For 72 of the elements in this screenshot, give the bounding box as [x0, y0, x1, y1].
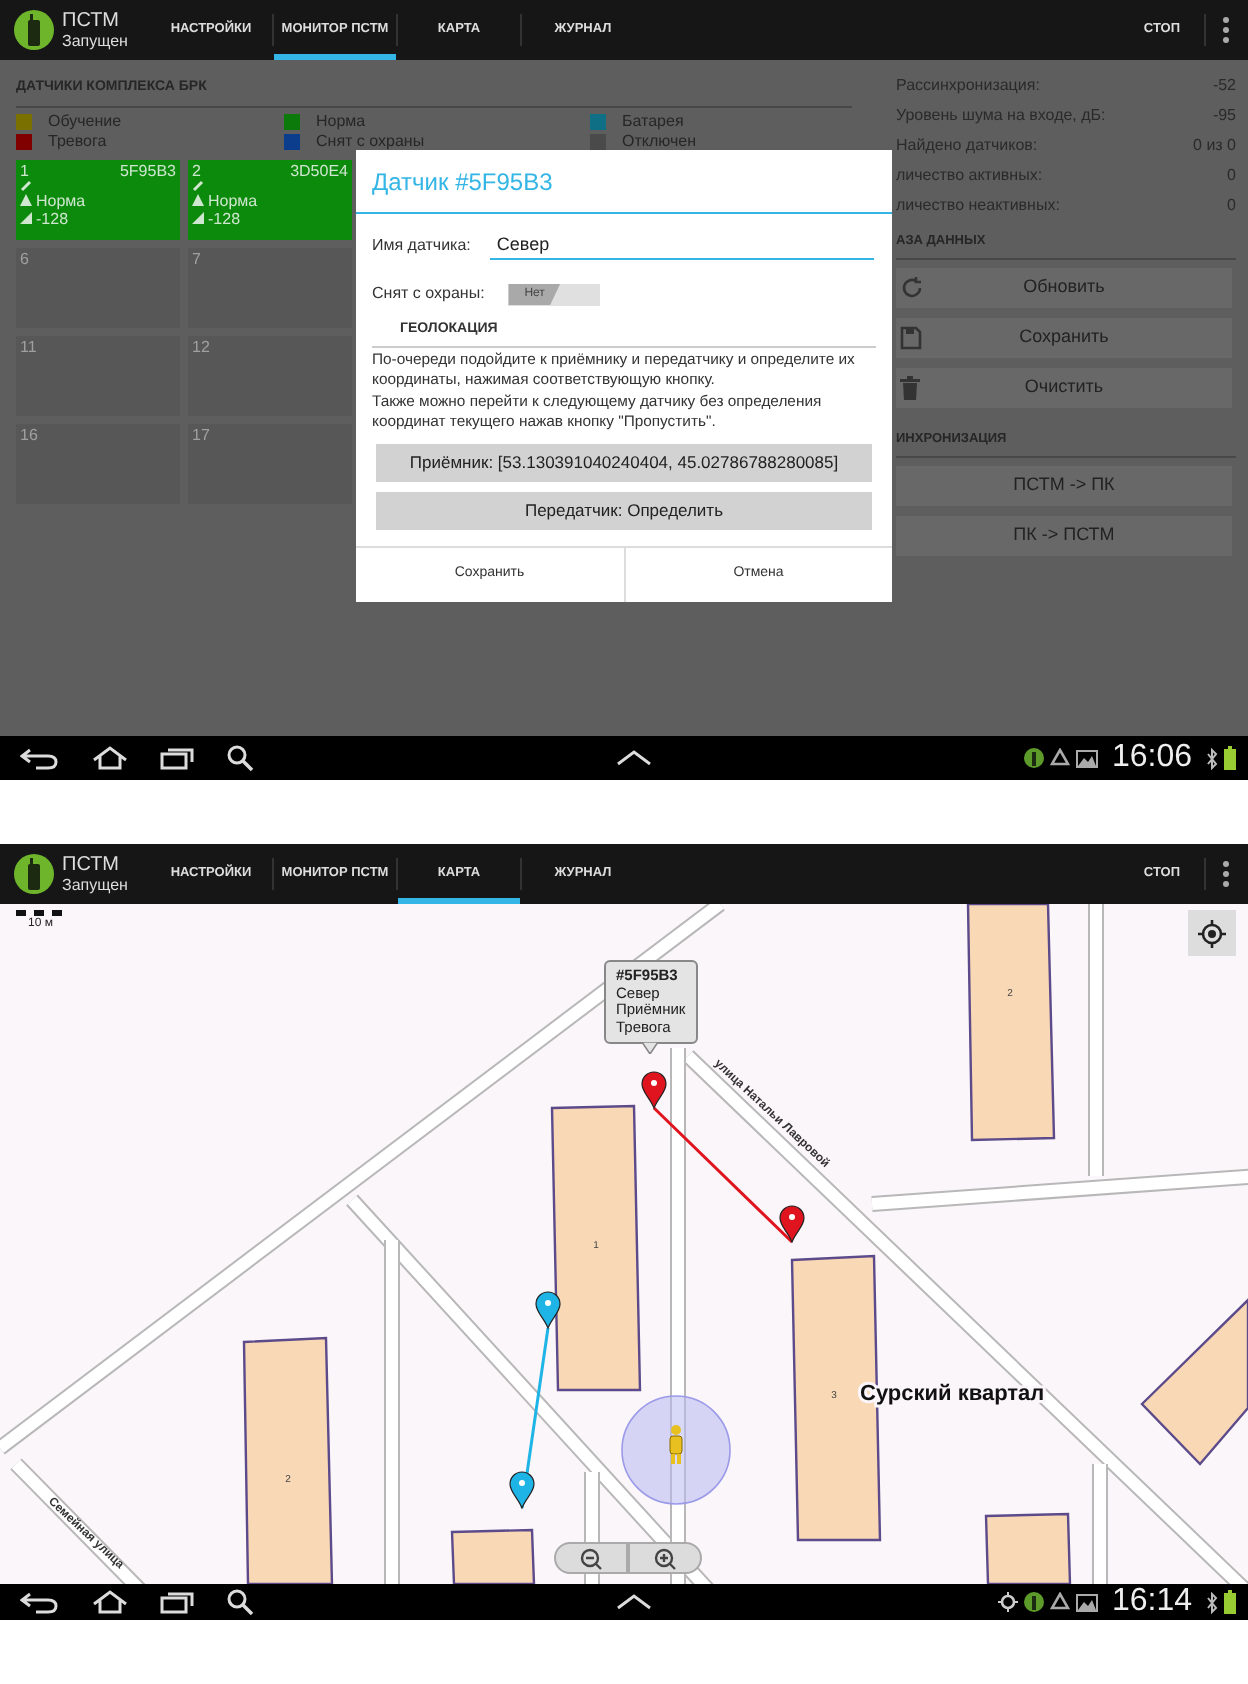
image-icon	[1075, 749, 1098, 767]
home-icon[interactable]	[90, 1590, 130, 1614]
overflow-menu-icon[interactable]	[1222, 16, 1230, 44]
person-icon	[669, 1425, 683, 1464]
sensor-number: 17	[192, 425, 210, 443]
battery-icon	[1224, 746, 1236, 770]
recent-apps-icon[interactable]	[160, 1590, 196, 1614]
sensor-number: 16	[20, 425, 38, 443]
legend-label: Снят с охраны	[316, 130, 425, 153]
app-title: ПСТМ	[62, 854, 122, 876]
recent-apps-icon[interactable]	[160, 746, 196, 770]
locate-button[interactable]	[1188, 910, 1236, 956]
sensor-number: 2	[192, 161, 201, 179]
app-status: Запущен	[62, 876, 128, 894]
search-icon[interactable]	[226, 744, 254, 772]
warning-icon	[192, 194, 204, 206]
app-status-icon	[1023, 1592, 1044, 1612]
image-icon	[1075, 1593, 1098, 1611]
signal-icon	[20, 212, 32, 224]
location-accuracy-circle	[621, 1395, 731, 1505]
link-icon	[20, 179, 32, 191]
name-input-field[interactable]: Север	[490, 230, 874, 260]
signal-icon	[192, 212, 204, 224]
overflow-menu-icon[interactable]	[1222, 860, 1230, 888]
sensor-number: 12	[192, 337, 210, 355]
link-icon	[192, 179, 204, 191]
refresh-icon	[900, 275, 924, 300]
crosshair-icon	[1198, 919, 1226, 947]
sensor-id: 3D50E4	[290, 161, 348, 179]
location-icon	[997, 1592, 1018, 1612]
sensor-status: Норма	[208, 191, 258, 209]
back-icon[interactable]	[20, 746, 60, 770]
battery-icon	[1224, 1590, 1236, 1614]
geolocation-button[interactable]: Передатчик: Определить	[376, 491, 872, 529]
app-status-icon	[1023, 748, 1044, 768]
sensor-number: 11	[20, 337, 37, 355]
app-title: ПСТМ	[62, 10, 122, 32]
sensor-status: Норма	[36, 191, 86, 209]
chevron-up-icon[interactable]	[616, 750, 652, 766]
sensor-number: 7	[192, 249, 201, 267]
legend-label: Отключен	[622, 130, 697, 153]
warning-icon	[20, 194, 32, 206]
chevron-up-icon[interactable]	[616, 1594, 652, 1610]
legend-label: Тревога	[48, 130, 107, 153]
sensor-id: 5F95B3	[119, 161, 176, 179]
legend-label: Норма	[316, 109, 366, 133]
back-icon[interactable]	[20, 1590, 60, 1614]
sensor-number: 1	[20, 161, 29, 179]
sensor-number: 6	[20, 249, 29, 267]
trash-icon	[900, 375, 920, 400]
search-icon[interactable]	[226, 1588, 254, 1616]
geolocation-button[interactable]: Приёмник: [53.130391040240404, 45.02786788280085]	[376, 443, 872, 481]
app-logo-icon	[14, 10, 54, 50]
zoom-in-button[interactable]	[628, 1542, 702, 1574]
field-label: Снят с охраны:	[372, 282, 485, 306]
app-logo-icon	[14, 854, 54, 894]
home-icon[interactable]	[90, 746, 130, 770]
legend-label: Обучение	[48, 109, 122, 133]
sensor-signal: -128	[208, 209, 241, 227]
clock-time: 16:06	[1111, 742, 1192, 774]
zoom-in-icon	[654, 1547, 676, 1569]
sensor-signal: -128	[36, 209, 69, 227]
clock-time: 16:14	[1111, 1586, 1192, 1618]
zoom-out-button[interactable]	[554, 1542, 628, 1574]
field-label: Имя датчика:	[372, 233, 471, 257]
scale-bar	[16, 910, 64, 918]
zoom-out-icon	[580, 1547, 602, 1569]
app-status: Запущен	[62, 32, 128, 50]
bluetooth-icon	[1206, 747, 1218, 769]
legend-label: Батарея	[622, 109, 684, 133]
bluetooth-icon	[1206, 1591, 1218, 1613]
dialog-title: Датчик #5F95B3	[356, 150, 892, 214]
